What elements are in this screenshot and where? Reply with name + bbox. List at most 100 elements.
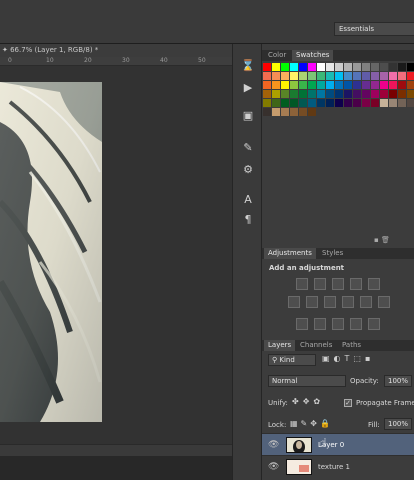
color-swatch[interactable] <box>344 72 352 80</box>
layer-row[interactable]: 👁 texture 1 <box>262 455 414 477</box>
color-swatch[interactable] <box>263 99 271 107</box>
blend-mode-select[interactable]: Normal <box>268 375 346 387</box>
color-swatch[interactable] <box>362 99 370 107</box>
color-swatch[interactable] <box>263 72 271 80</box>
tab-channels[interactable]: Channels <box>296 340 336 351</box>
color-swatch[interactable] <box>290 99 298 107</box>
color-swatch[interactable] <box>290 63 298 71</box>
paragraph-icon[interactable]: ¶ <box>240 212 256 228</box>
color-swatch[interactable] <box>272 99 280 107</box>
color-swatch[interactable] <box>407 63 414 71</box>
color-swatch[interactable] <box>272 90 280 98</box>
color-swatch[interactable] <box>299 63 307 71</box>
color-swatch[interactable] <box>290 108 298 116</box>
color-swatch[interactable] <box>281 108 289 116</box>
color-swatch[interactable] <box>281 72 289 80</box>
color-swatch[interactable] <box>299 90 307 98</box>
color-swatch[interactable] <box>326 72 334 80</box>
color-swatch[interactable] <box>281 63 289 71</box>
tab-layers[interactable]: Layers <box>264 340 296 351</box>
color-swatch[interactable] <box>344 81 352 89</box>
color-swatch[interactable] <box>371 81 379 89</box>
color-swatch[interactable] <box>353 81 361 89</box>
color-swatch[interactable] <box>407 99 414 107</box>
clone-source-icon[interactable]: ⚙ <box>240 162 256 178</box>
color-swatch[interactable] <box>272 72 280 80</box>
color-swatch[interactable] <box>398 72 406 80</box>
color-swatch[interactable] <box>263 81 271 89</box>
history-icon[interactable]: ⌛ <box>240 58 256 74</box>
color-swatch[interactable] <box>326 90 334 98</box>
propagate-checkbox[interactable]: ✓ <box>344 399 352 407</box>
color-swatch[interactable] <box>308 99 316 107</box>
color-swatch[interactable] <box>326 81 334 89</box>
color-swatch[interactable] <box>362 72 370 80</box>
document-tab[interactable]: ✦ 66.7% (Layer 1, RGB/8) * <box>0 44 232 57</box>
fill-input[interactable]: 100% <box>384 418 412 430</box>
color-swatch[interactable] <box>353 99 361 107</box>
color-swatch[interactable] <box>272 81 280 89</box>
color-swatch[interactable] <box>371 99 379 107</box>
color-swatch[interactable] <box>398 99 406 107</box>
color-swatch[interactable] <box>335 81 343 89</box>
character-icon[interactable]: A <box>240 192 256 208</box>
color-swatch[interactable] <box>317 72 325 80</box>
color-swatch[interactable] <box>407 90 414 98</box>
color-swatch[interactable] <box>344 99 352 107</box>
color-swatch[interactable] <box>344 90 352 98</box>
layer-filter-icons[interactable]: ▣◐T⬚▪ <box>322 354 412 366</box>
color-swatch[interactable] <box>353 90 361 98</box>
color-swatch[interactable] <box>290 72 298 80</box>
color-swatch[interactable] <box>317 81 325 89</box>
invert-icon[interactable] <box>296 318 308 330</box>
photo-filter-icon[interactable] <box>342 296 354 308</box>
tab-swatches[interactable]: Swatches <box>292 50 334 61</box>
color-swatch[interactable] <box>398 81 406 89</box>
brightness-contrast-icon[interactable] <box>296 278 308 290</box>
color-swatch[interactable] <box>362 63 370 71</box>
color-swatch[interactable] <box>308 72 316 80</box>
color-swatch[interactable] <box>389 72 397 80</box>
eye-icon[interactable]: 👁 <box>268 440 279 450</box>
color-swatch[interactable] <box>308 63 316 71</box>
color-swatch[interactable] <box>407 72 414 80</box>
color-swatch[interactable] <box>326 99 334 107</box>
color-swatch[interactable] <box>281 99 289 107</box>
play-action-icon[interactable]: ▶ <box>240 80 256 96</box>
color-swatch[interactable] <box>380 63 388 71</box>
tab-paths[interactable]: Paths <box>338 340 365 351</box>
color-swatch[interactable] <box>389 90 397 98</box>
color-swatch[interactable] <box>281 90 289 98</box>
color-swatch[interactable] <box>371 63 379 71</box>
color-swatch[interactable] <box>380 72 388 80</box>
layer-filter-kind[interactable]: ⚲ Kind <box>268 354 316 366</box>
color-swatch[interactable] <box>272 63 280 71</box>
hue-saturation-icon[interactable] <box>288 296 300 308</box>
workspace-switcher[interactable]: Essentials <box>334 22 414 36</box>
levels-icon[interactable] <box>314 278 326 290</box>
color-swatch[interactable] <box>308 81 316 89</box>
color-swatch[interactable] <box>389 63 397 71</box>
channel-mixer-icon[interactable] <box>360 296 372 308</box>
color-swatch[interactable] <box>263 108 271 116</box>
color-swatch[interactable] <box>353 63 361 71</box>
color-swatch[interactable] <box>317 90 325 98</box>
color-swatch[interactable] <box>335 99 343 107</box>
color-swatch[interactable] <box>407 81 414 89</box>
color-swatch[interactable] <box>380 99 388 107</box>
opacity-input[interactable]: 100% <box>384 375 412 387</box>
lock-icons[interactable]: ▦✎✥🔒 <box>290 419 350 429</box>
color-swatch[interactable] <box>263 63 271 71</box>
exposure-icon[interactable] <box>350 278 362 290</box>
horizontal-scrollbar[interactable] <box>0 444 232 456</box>
color-swatch[interactable] <box>362 81 370 89</box>
color-swatch[interactable] <box>290 90 298 98</box>
color-swatch[interactable] <box>380 81 388 89</box>
color-swatch[interactable] <box>281 81 289 89</box>
curves-icon[interactable] <box>332 278 344 290</box>
color-swatch[interactable] <box>398 63 406 71</box>
unify-buttons[interactable]: ✤✥✿ <box>292 397 342 407</box>
color-swatch[interactable] <box>317 63 325 71</box>
color-swatch[interactable] <box>317 99 325 107</box>
color-swatch[interactable] <box>398 90 406 98</box>
